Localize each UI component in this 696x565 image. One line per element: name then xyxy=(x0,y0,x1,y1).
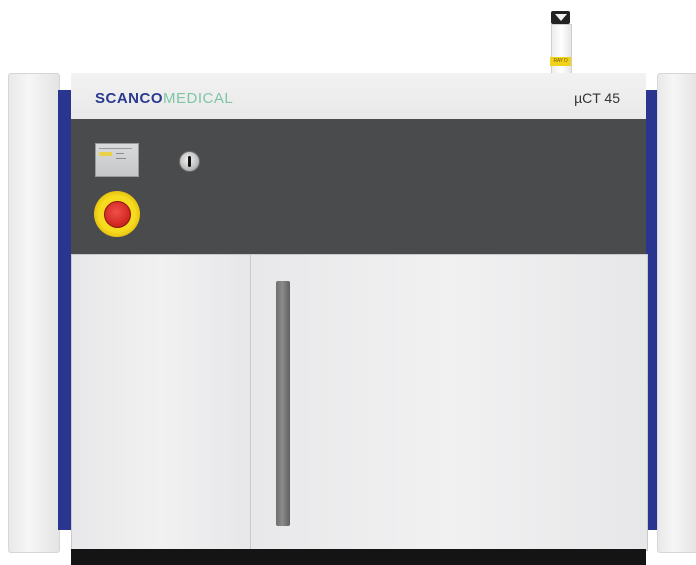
emergency-stop-ring xyxy=(94,191,140,237)
right-side-panel xyxy=(657,73,696,553)
status-display-screen xyxy=(95,143,139,177)
left-blue-strip xyxy=(58,90,71,530)
key-switch-icon[interactable] xyxy=(179,151,200,172)
beacon-label: RAY O xyxy=(550,57,571,66)
screen-status-tag xyxy=(99,152,112,156)
model-label: µCT 45 xyxy=(574,90,620,106)
machine-top-band: SCANCOMEDICAL µCT 45 xyxy=(71,73,646,120)
brand-name-main: SCANCO xyxy=(95,90,164,107)
key-slot xyxy=(188,156,191,167)
screen-line xyxy=(116,158,126,159)
emergency-stop-icon[interactable] xyxy=(104,201,131,228)
door-handle[interactable] xyxy=(276,281,290,526)
left-door[interactable] xyxy=(71,254,251,551)
screen-line xyxy=(116,153,124,154)
right-door[interactable] xyxy=(250,254,648,551)
control-panel-band xyxy=(71,119,646,254)
brand-name-sub: MEDICAL xyxy=(163,90,234,107)
beacon-tube xyxy=(551,24,572,75)
machine-base xyxy=(71,549,646,565)
beacon-cap-arrow-icon xyxy=(555,14,567,21)
brand-logo: SCANCOMEDICAL xyxy=(95,90,233,107)
screen-line xyxy=(99,148,132,149)
left-side-panel xyxy=(8,73,60,553)
